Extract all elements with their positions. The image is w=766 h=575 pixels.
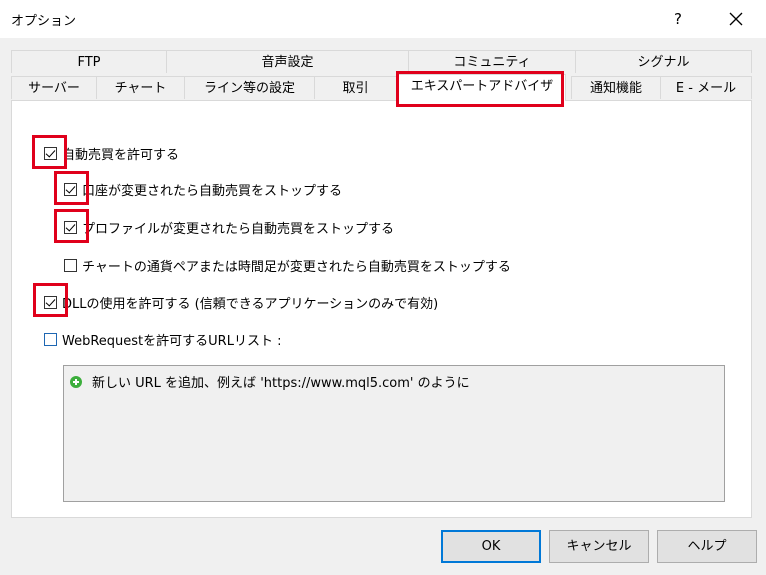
close-icon[interactable] [724, 8, 748, 30]
help-button[interactable]: ヘルプ [657, 530, 757, 563]
option-stop-on-account-change[interactable]: 口座が変更されたら自動売買をストップする [64, 179, 342, 199]
account-change-label: 口座が変更されたら自動売買をストップする [82, 183, 343, 199]
dll-checkbox[interactable] [44, 295, 57, 309]
tab-trade[interactable]: 取引 [314, 76, 397, 99]
option-stop-on-profile-change[interactable]: プロファイルが変更されたら自動売買をストップする [64, 217, 394, 237]
dll-label: DLLの使用を許可する (信頼できるアプリケーションのみで有効) [62, 296, 439, 312]
window-title: オプション [11, 14, 77, 29]
tab-notifications[interactable]: 通知機能 [571, 76, 661, 99]
auto-trading-label: 自動売買を許可する [62, 147, 180, 163]
option-allow-dll[interactable]: DLLの使用を許可する (信頼できるアプリケーションのみで有効) [44, 292, 438, 312]
help-icon[interactable]: ? [666, 8, 690, 30]
option-allow-auto-trading[interactable]: 自動売買を許可する [44, 143, 179, 163]
tab-ftp[interactable]: FTP [11, 50, 167, 73]
add-url-hint: 新しい URL を追加、例えば 'https://www.mql5.com' の… [92, 376, 470, 391]
webrequest-checkbox[interactable] [44, 332, 57, 346]
profile-change-label: プロファイルが変更されたら自動売買をストップする [82, 221, 395, 237]
tab-community[interactable]: コミュニティ [408, 50, 576, 73]
url-list[interactable]: 新しい URL を追加、例えば 'https://www.mql5.com' の… [63, 365, 725, 502]
tab-email[interactable]: E - メール [660, 76, 752, 99]
add-url-item[interactable]: 新しい URL を追加、例えば 'https://www.mql5.com' の… [70, 372, 470, 391]
cancel-button[interactable]: キャンセル [549, 530, 649, 563]
tab-server[interactable]: サーバー [11, 76, 97, 99]
tab-expert-advisors[interactable]: エキスパートアドバイザ [398, 74, 566, 101]
account-change-checkbox[interactable] [64, 182, 77, 196]
webrequest-label: WebRequestを許可するURLリスト : [62, 333, 282, 349]
auto-trading-checkbox[interactable] [44, 146, 57, 160]
profile-change-checkbox[interactable] [64, 220, 77, 234]
tab-sound[interactable]: 音声設定 [166, 50, 409, 73]
option-allow-webrequest[interactable]: WebRequestを許可するURLリスト : [44, 329, 281, 349]
tab-objects[interactable]: ライン等の設定 [184, 76, 315, 99]
symbol-change-checkbox[interactable] [64, 258, 77, 272]
tab-chart[interactable]: チャート [96, 76, 185, 99]
option-stop-on-symbol-change[interactable]: チャートの通貨ペアまたは時間足が変更されたら自動売買をストップする [64, 255, 511, 275]
title-bar: オプション ? [0, 0, 766, 38]
ok-button[interactable]: OK [441, 530, 541, 563]
tab-signal[interactable]: シグナル [575, 50, 752, 73]
symbol-change-label: チャートの通貨ペアまたは時間足が変更されたら自動売買をストップする [82, 259, 511, 275]
add-icon [70, 375, 82, 388]
